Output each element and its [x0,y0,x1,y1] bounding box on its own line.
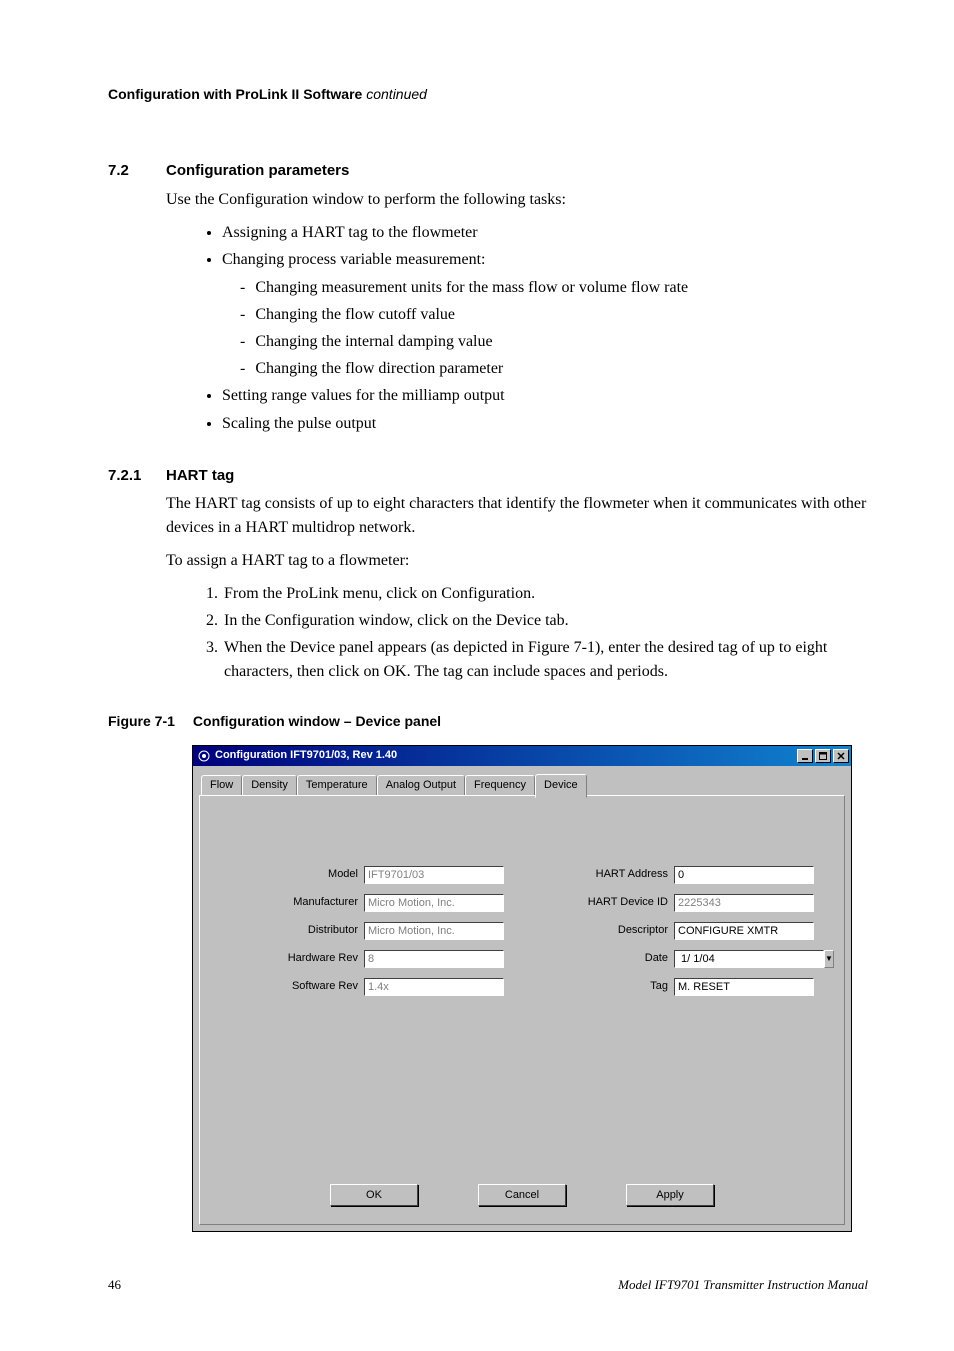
maximize-button[interactable] [815,749,831,763]
hart-device-id-row: HART Device ID [540,894,814,912]
figure-7-1: Configuration IFT9701/03, Rev 1.40 Flow … [192,745,868,1232]
date-label: Date [645,951,674,967]
tab-analog-output[interactable]: Analog Output [377,775,465,797]
descriptor-row: Descriptor [540,922,814,940]
tab-strip: Flow Density Temperature Analog Output F… [199,772,845,796]
right-column: HART Address HART Device ID Descriptor [540,866,814,1006]
tab-temperature[interactable]: Temperature [297,775,377,797]
list-item: Scaling the pulse output [222,412,868,435]
page-number: 46 [108,1276,121,1295]
ok-button[interactable]: OK [330,1184,418,1206]
cancel-button[interactable]: Cancel [478,1184,566,1206]
list-item: From the ProLink menu, click on Configur… [222,582,868,605]
button-row: OK Cancel Apply [200,1184,844,1206]
hart-address-label: HART Address [596,867,674,883]
section-number: 7.2 [108,160,166,182]
section-7-2-1-body: The HART tag consists of up to eight cha… [166,492,868,682]
section-7-2-1-heading: 7.2.1 HART tag [108,465,868,487]
list-item: Setting range values for the milliamp ou… [222,384,868,407]
descriptor-label: Descriptor [618,923,674,939]
distributor-row: Distributor [230,922,504,940]
manufacturer-label: Manufacturer [293,895,364,911]
hart-device-id-field[interactable] [674,894,814,912]
list-item-text: Changing process variable measurement: [222,251,485,268]
manufacturer-field[interactable] [364,894,504,912]
sub-list: Changing measurement units for the mass … [222,276,868,381]
hart-address-row: HART Address [540,866,814,884]
distributor-field[interactable] [364,922,504,940]
left-column: Model Manufacturer Distributor [230,866,504,1006]
hardware-rev-label: Hardware Rev [288,951,364,967]
distributor-label: Distributor [308,923,364,939]
manufacturer-row: Manufacturer [230,894,504,912]
model-field[interactable] [364,866,504,884]
section-title: Configuration parameters [166,160,349,182]
figure-label: Figure 7-1 [108,713,175,729]
list-item: Changing measurement units for the mass … [256,276,868,299]
page-footer: 46 Model IFT9701 Transmitter Instruction… [108,1276,868,1295]
tag-label: Tag [650,979,674,995]
tag-row: Tag [540,978,814,996]
date-picker[interactable]: ▼ [674,950,814,968]
header-title: Configuration with ProLink II Software [108,86,362,102]
date-row: Date ▼ [540,950,814,968]
tag-field[interactable] [674,978,814,996]
paragraph: To assign a HART tag to a flowmeter: [166,549,868,572]
tab-device[interactable]: Device [535,774,587,798]
intro-paragraph: Use the Configuration window to perform … [166,188,868,211]
tab-frequency[interactable]: Frequency [465,775,535,797]
date-field[interactable] [674,950,824,968]
tab-flow[interactable]: Flow [201,775,242,797]
tab-density[interactable]: Density [242,775,297,797]
chevron-down-icon[interactable]: ▼ [824,950,834,968]
list-item: Assigning a HART tag to the flowmeter [222,221,868,244]
hart-address-field[interactable] [674,866,814,884]
software-rev-label: Software Rev [292,979,364,995]
paragraph: The HART tag consists of up to eight cha… [166,492,868,538]
window-controls [797,749,849,763]
model-label: Model [328,867,364,883]
software-rev-field[interactable] [364,978,504,996]
list-item: In the Configuration window, click on th… [222,609,868,632]
client-area: Flow Density Temperature Analog Output F… [193,766,851,1231]
list-item: Changing the internal damping value [256,330,868,353]
configuration-window: Configuration IFT9701/03, Rev 1.40 Flow … [192,745,852,1232]
form-columns: Model Manufacturer Distributor [200,866,844,1006]
window-title: Configuration IFT9701/03, Rev 1.40 [215,748,797,764]
figure-caption: Figure 7-1 Configuration window – Device … [108,711,868,731]
list-item: When the Device panel appears (as depict… [222,636,868,682]
software-rev-row: Software Rev [230,978,504,996]
section-7-2-heading: 7.2 Configuration parameters [108,160,868,182]
hardware-rev-row: Hardware Rev [230,950,504,968]
app-icon [197,749,211,763]
close-button[interactable] [833,749,849,763]
section-title: HART tag [166,465,234,487]
list-item: Changing the flow direction parameter [256,357,868,380]
page: Configuration with ProLink II Software c… [0,0,954,1351]
steps-list: From the ProLink menu, click on Configur… [166,582,868,683]
model-row: Model [230,866,504,884]
device-panel: Model Manufacturer Distributor [199,795,845,1225]
descriptor-field[interactable] [674,922,814,940]
task-list: Assigning a HART tag to the flowmeter Ch… [166,221,868,435]
list-item: Changing process variable measurement: C… [222,248,868,380]
hart-device-id-label: HART Device ID [588,895,674,911]
hardware-rev-field[interactable] [364,950,504,968]
section-7-2-body: Use the Configuration window to perform … [166,188,868,435]
document-title: Model IFT9701 Transmitter Instruction Ma… [618,1276,868,1295]
figure-title: Configuration window – Device panel [193,713,441,729]
minimize-button[interactable] [797,749,813,763]
titlebar[interactable]: Configuration IFT9701/03, Rev 1.40 [193,746,851,766]
list-item: Changing the flow cutoff value [256,303,868,326]
running-header: Configuration with ProLink II Software c… [108,84,868,104]
section-number: 7.2.1 [108,465,166,487]
apply-button[interactable]: Apply [626,1184,714,1206]
header-continued: continued [366,86,427,102]
